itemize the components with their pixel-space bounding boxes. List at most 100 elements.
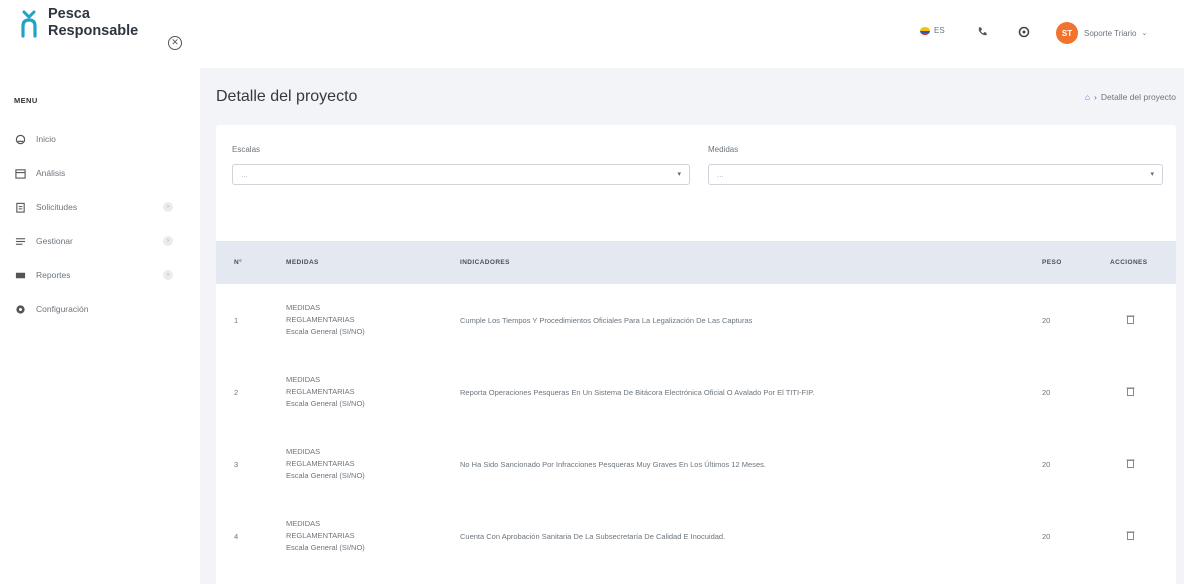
settings-button[interactable] (1018, 26, 1030, 38)
calendar-icon (14, 167, 26, 179)
column-header-medidas: MEDIDAS (286, 259, 319, 266)
sidebar-item-label: Solicitudes (36, 202, 78, 212)
row-number: 3 (234, 459, 239, 469)
medida-category: REGLAMENTARIAS (286, 315, 355, 324)
settings-icon (1018, 26, 1030, 38)
menu-title: MENU (14, 96, 38, 105)
peso-cell: 20 (1042, 387, 1051, 397)
column-header-peso: PESO (1042, 259, 1062, 266)
phone-button[interactable] (977, 26, 988, 37)
medida-type: MEDIDAS (286, 519, 321, 528)
user-menu[interactable]: ST Soporte Triario ⌄ (1056, 22, 1147, 44)
delete-icon[interactable] (1126, 530, 1135, 540)
breadcrumb: ⌂ › Detalle del proyecto (1085, 92, 1176, 102)
sidebar-item-label: Configuración (36, 304, 89, 314)
language-selector[interactable]: ES (920, 26, 945, 35)
chevron-down-icon: ▾ (677, 171, 681, 178)
chevron-right-icon: › (163, 270, 173, 280)
table-row: 2 MEDIDAS REGLAMENTARIAS Escala General … (216, 356, 1176, 428)
breadcrumb-separator: › (1094, 92, 1097, 102)
indicador-cell: No Ha Sido Sancionado Por Infracciones P… (460, 459, 766, 469)
chevron-right-icon: › (163, 202, 173, 212)
row-number: 1 (234, 315, 239, 325)
medida-cell: MEDIDAS REGLAMENTARIAS Escala General (S… (270, 428, 460, 500)
delete-icon[interactable] (1126, 458, 1135, 468)
sidebar-item-reportes[interactable]: Reportes › (0, 258, 200, 292)
list-icon (14, 235, 26, 247)
escalas-select[interactable]: ... ▾ (232, 164, 690, 185)
medidas-value: ... (717, 170, 724, 179)
home-icon (14, 133, 26, 145)
medida-category: REGLAMENTARIAS (286, 459, 355, 468)
medida-scale: Escala General (SI/NO) (286, 399, 365, 408)
sidebar-item-label: Gestionar (36, 236, 73, 246)
phone-icon (978, 27, 987, 36)
peso-cell: 20 (1042, 531, 1051, 541)
medida-cell: MEDIDAS REGLAMENTARIAS Escala General (S… (270, 356, 460, 428)
medida-type: MEDIDAS (286, 303, 321, 312)
chart-icon (14, 269, 26, 281)
sidebar-item-analisis[interactable]: Análisis (0, 156, 200, 190)
app-name-line1: Pesca (48, 6, 90, 22)
medida-category: REGLAMENTARIAS (286, 531, 355, 540)
sidebar-item-gestionar[interactable]: Gestionar › (0, 224, 200, 258)
clipboard-icon (14, 201, 26, 213)
language-label: ES (934, 26, 945, 35)
sidebar-item-label: Inicio (36, 134, 56, 144)
sidebar-item-inicio[interactable]: Inicio (0, 122, 200, 156)
column-header-indicadores: INDICADORES (460, 259, 510, 266)
row-number: 2 (234, 387, 239, 397)
gear-icon (14, 303, 26, 315)
sidebar-item-configuracion[interactable]: Configuración (0, 292, 200, 326)
acciones-cell (1096, 284, 1176, 356)
acciones-cell (1096, 428, 1176, 500)
colombia-flag-icon (920, 26, 930, 35)
acciones-cell (1096, 500, 1176, 572)
indicador-cell: Cumple Los Tiempos Y Procedimientos Ofic… (460, 315, 753, 325)
peso-cell: 20 (1042, 315, 1051, 325)
delete-icon[interactable] (1126, 386, 1135, 396)
app-name-line2: Responsable (48, 23, 139, 39)
sidebar: Pesca Responsable ✕ MENU Inicio Análisis… (0, 0, 200, 584)
medida-category: REGLAMENTARIAS (286, 387, 355, 396)
breadcrumb-current: Detalle del proyecto (1100, 92, 1176, 102)
medida-scale: Escala General (SI/NO) (286, 471, 365, 480)
column-header-num: N° (234, 259, 243, 266)
table-row: 4 MEDIDAS REGLAMENTARIAS Escala General … (216, 500, 1176, 572)
delete-icon[interactable] (1126, 314, 1135, 324)
indicador-cell: Reporta Operaciones Pesqueras En Un Sist… (460, 387, 815, 397)
sidebar-menu: Inicio Análisis Solicitudes › Gestionar … (0, 122, 200, 326)
sidebar-item-label: Reportes (36, 270, 71, 280)
escalas-label: Escalas (232, 145, 261, 154)
user-name: Soporte Triario (1084, 28, 1137, 38)
table-row: 1 MEDIDAS REGLAMENTARIAS Escala General … (216, 284, 1176, 356)
peso-cell: 20 (1042, 459, 1051, 469)
medida-type: MEDIDAS (286, 375, 321, 384)
medidas-select[interactable]: ... ▾ (708, 164, 1163, 185)
home-breadcrumb-icon[interactable]: ⌂ (1085, 92, 1090, 102)
sidebar-item-solicitudes[interactable]: Solicitudes › (0, 190, 200, 224)
medida-cell: MEDIDAS REGLAMENTARIAS Escala General (S… (270, 500, 460, 572)
medida-type: MEDIDAS (286, 447, 321, 456)
chevron-right-icon: › (163, 236, 173, 246)
collapse-sidebar-button[interactable]: ✕ (168, 36, 182, 50)
indicador-cell: Cuenta Con Aprobación Sanitaria De La Su… (460, 531, 726, 541)
medida-scale: Escala General (SI/NO) (286, 543, 365, 552)
user-avatar: ST (1056, 22, 1078, 44)
fish-hook-logo-icon (18, 8, 40, 38)
project-detail-card: Escalas ... ▾ Medidas ... ▾ N° MEDIDAS I… (216, 125, 1176, 584)
medida-cell: MEDIDAS REGLAMENTARIAS Escala General (S… (270, 284, 460, 356)
sidebar-item-label: Análisis (36, 168, 66, 178)
chevron-down-icon: ⌄ (1141, 30, 1148, 37)
indicators-table: N° MEDIDAS INDICADORES PESO ACCIONES 1 M… (216, 241, 1176, 572)
column-header-acciones: ACCIONES (1110, 259, 1148, 266)
row-number: 4 (234, 531, 239, 541)
page-title: Detalle del proyecto (216, 88, 358, 105)
medidas-label: Medidas (708, 145, 739, 154)
app-logo[interactable]: Pesca Responsable (18, 6, 138, 40)
table-header-row: N° MEDIDAS INDICADORES PESO ACCIONES (216, 241, 1176, 284)
topbar: ES ST Soporte Triario ⌄ (200, 0, 1184, 68)
acciones-cell (1096, 356, 1176, 428)
chevron-down-icon: ▾ (1150, 171, 1154, 178)
escalas-value: ... (241, 170, 248, 179)
